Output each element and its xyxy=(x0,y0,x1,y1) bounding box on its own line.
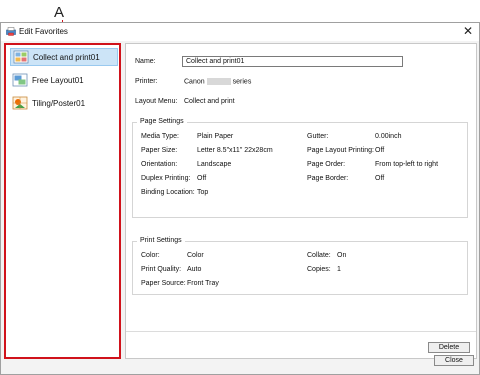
setting-label: Orientation: xyxy=(141,161,178,168)
title-bar: Edit Favorites ✕ xyxy=(1,23,479,41)
favorite-item-free-layout[interactable]: Free Layout01 xyxy=(12,71,84,89)
favorite-details-panel: Name: Collect and print01 Printer: Canon… xyxy=(125,43,477,359)
printer-app-icon xyxy=(6,27,16,36)
layout-menu-label: Layout Menu: xyxy=(135,98,178,105)
page-settings-title: Page Settings xyxy=(137,118,187,125)
setting-value: From top-left to right xyxy=(375,161,439,168)
delete-button[interactable]: Delete xyxy=(428,342,470,353)
setting-label: Media Type: xyxy=(141,133,180,140)
setting-label: Binding Location: xyxy=(141,189,195,196)
free-layout-icon xyxy=(12,73,28,87)
printer-series: series xyxy=(232,78,252,86)
favorites-list: Collect and print01 Free Layout01 Tiling… xyxy=(4,43,121,359)
setting-value: Landscape xyxy=(197,161,232,168)
printer-label: Printer: xyxy=(135,78,158,85)
redacted-model-box xyxy=(206,78,231,85)
callout-letter-a: A xyxy=(54,4,65,21)
setting-value: Front Tray xyxy=(187,280,219,287)
printer-brand: Canon xyxy=(184,78,205,86)
edit-favorites-dialog: Edit Favorites ✕ Collect and print01 Fre… xyxy=(0,22,480,375)
favorite-label: Free Layout01 xyxy=(32,75,84,85)
setting-label: Collate: xyxy=(307,252,331,259)
setting-value: Off xyxy=(197,175,207,182)
printer-value: Canon series xyxy=(184,78,251,85)
page-settings-group: Page Settings Media Type: Plain Paper Pa… xyxy=(132,118,468,218)
print-settings-title: Print Settings xyxy=(137,237,185,244)
tiling-poster-icon xyxy=(12,96,28,110)
window-title: Edit Favorites xyxy=(19,27,68,36)
setting-label: Paper Source: xyxy=(141,280,186,287)
setting-value: On xyxy=(337,252,347,259)
setting-value: Letter 8.5"x11" 22x28cm xyxy=(197,147,273,154)
favorite-item-collect-and-print[interactable]: Collect and print01 xyxy=(10,48,118,66)
close-window-icon[interactable]: ✕ xyxy=(463,24,473,38)
setting-value: Top xyxy=(197,189,209,196)
setting-value: Plain Paper xyxy=(197,133,234,140)
print-settings-group: Print Settings Color: Color Print Qualit… xyxy=(132,237,468,295)
collect-print-icon xyxy=(13,50,29,64)
favorite-label: Collect and print01 xyxy=(33,52,100,62)
setting-label: Gutter: xyxy=(307,133,329,140)
setting-label: Print Quality: xyxy=(141,266,182,273)
layout-menu-value: Collect and print xyxy=(184,98,235,105)
setting-label: Paper Size: xyxy=(141,147,178,154)
setting-value: Color xyxy=(187,252,204,259)
name-field[interactable]: Collect and print01 xyxy=(182,56,403,67)
close-button[interactable]: Close xyxy=(434,355,474,366)
setting-label: Page Border: xyxy=(307,175,349,182)
setting-label: Color: xyxy=(141,252,160,259)
setting-label: Duplex Printing: xyxy=(141,175,191,182)
setting-label: Page Layout Printing: xyxy=(307,147,374,154)
favorite-label: Tiling/Poster01 xyxy=(32,98,86,108)
setting-value: 1 xyxy=(337,266,341,273)
setting-value: Auto xyxy=(187,266,202,273)
setting-value: Off xyxy=(375,147,385,154)
setting-label: Copies: xyxy=(307,266,331,273)
setting-value: 0.00inch xyxy=(375,133,402,140)
setting-value: Off xyxy=(375,175,385,182)
setting-label: Page Order: xyxy=(307,161,346,168)
favorite-item-tiling-poster[interactable]: Tiling/Poster01 xyxy=(12,94,85,112)
name-label: Name: xyxy=(135,58,156,65)
divider xyxy=(126,331,476,332)
